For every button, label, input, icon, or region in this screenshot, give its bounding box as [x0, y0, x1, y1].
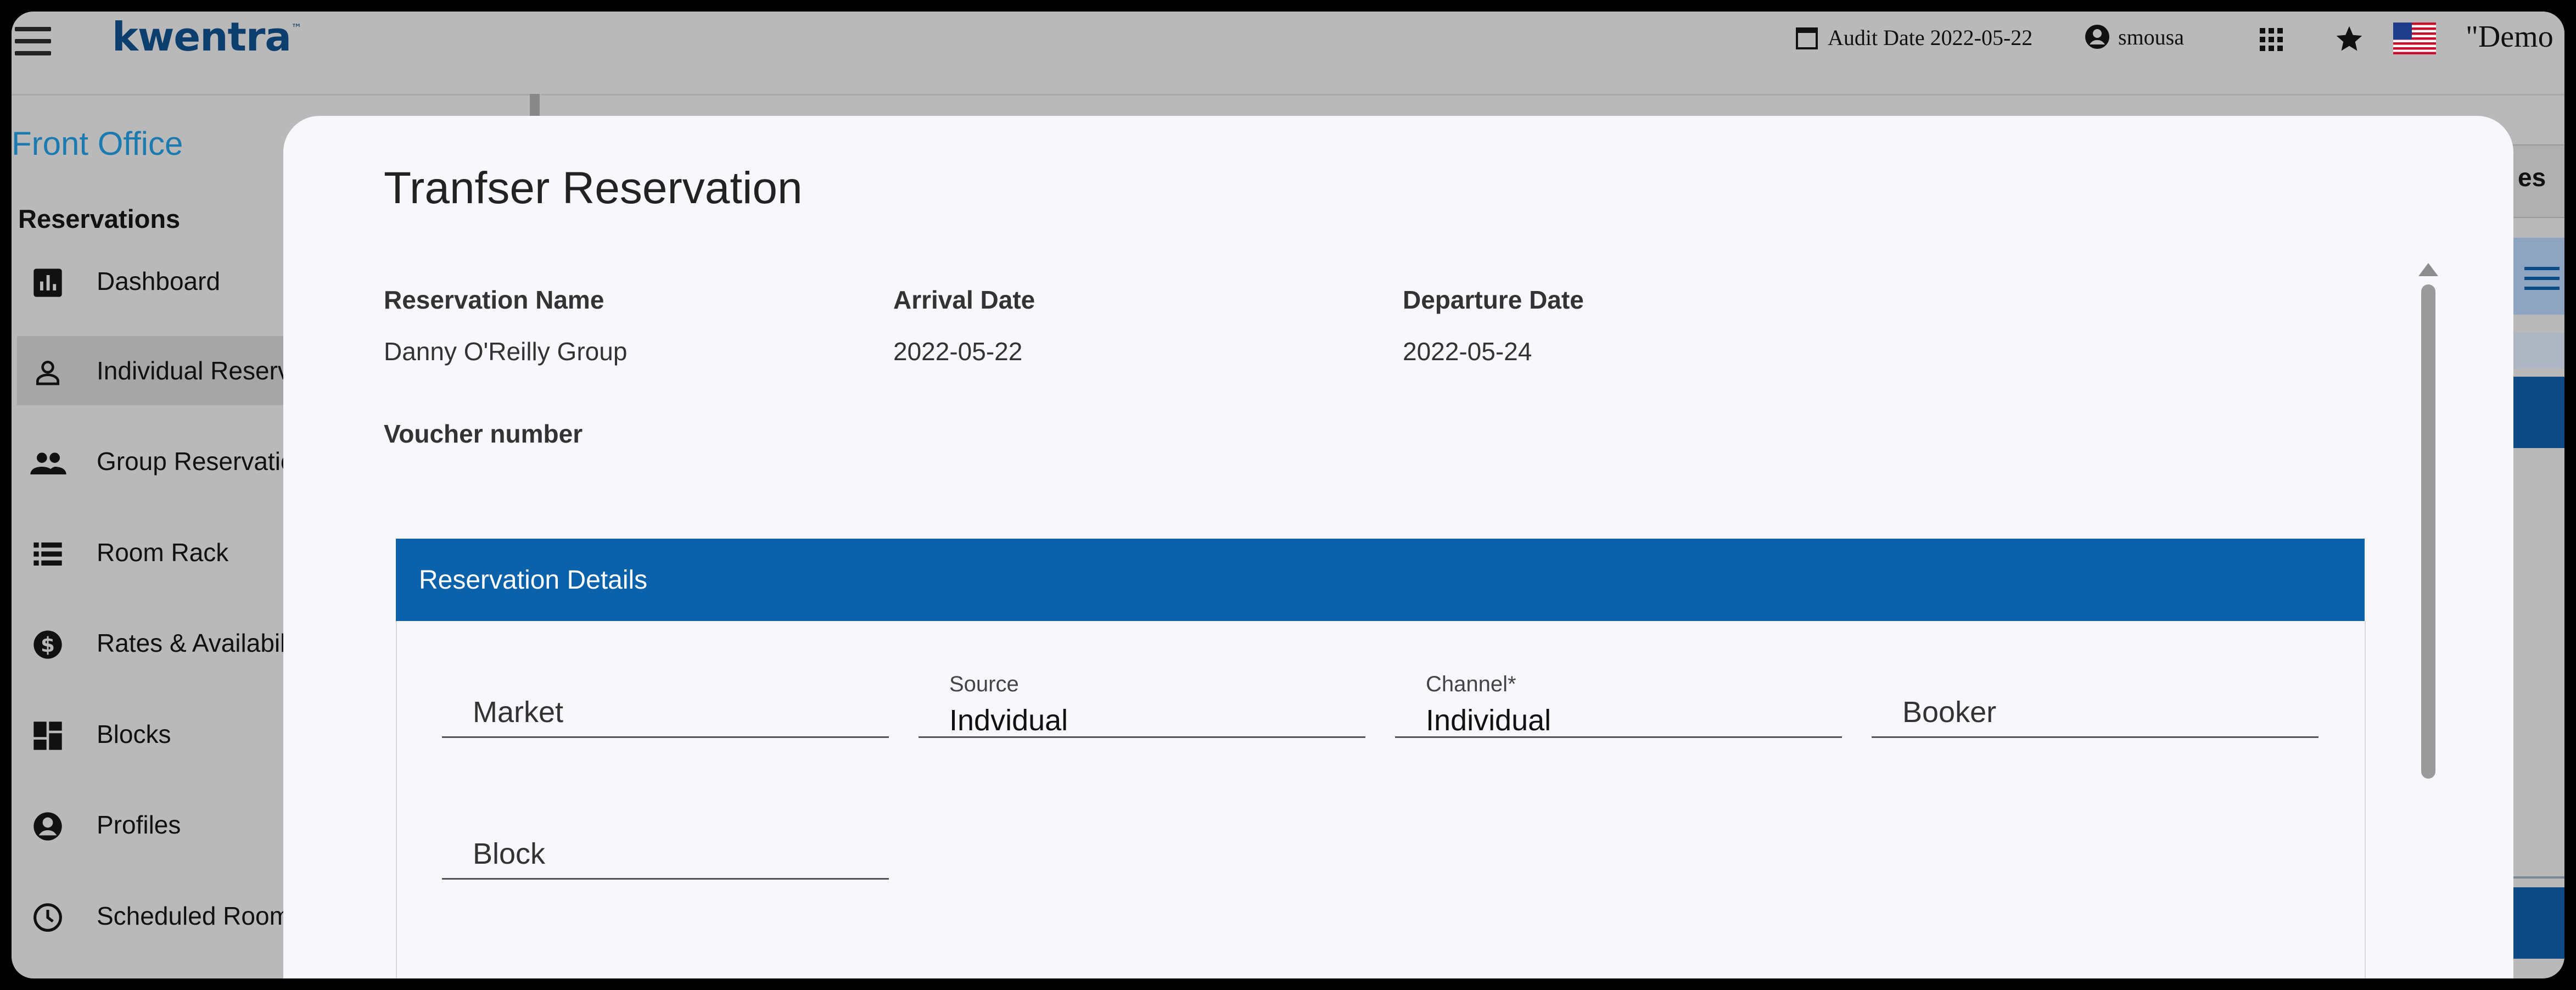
account-circle-icon — [2085, 25, 2109, 49]
bar-chart-icon — [33, 269, 62, 297]
apps-grid-icon[interactable] — [2260, 28, 2283, 51]
nav-title: Front Office — [12, 125, 183, 162]
calendar-icon — [1796, 27, 1818, 49]
background-tab-label: es — [2518, 163, 2546, 192]
transfer-reservation-dialog: Tranfser Reservation Reservation Name Da… — [283, 116, 2513, 978]
audit-date[interactable]: Audit Date 2022-05-22 — [1794, 24, 2032, 51]
block-field[interactable]: Block — [442, 763, 889, 880]
arrival-date-label: Arrival Date — [893, 286, 1035, 314]
dashboard-blocks-icon — [33, 721, 62, 750]
user-menu[interactable]: smousa — [2084, 24, 2184, 50]
group-icon — [30, 452, 66, 474]
scroll-up-arrow-icon[interactable] — [2418, 263, 2438, 276]
departure-date-value: 2022-05-24 — [1403, 337, 1532, 366]
reservation-name-label: Reservation Name — [384, 286, 604, 314]
account-circle-icon — [33, 812, 62, 841]
kwentra-logo: kwentra™ — [112, 14, 302, 60]
nav-section-reservations: Reservations — [18, 204, 181, 233]
source-field[interactable]: Source Indvidual — [919, 621, 1365, 738]
booker-field[interactable]: Booker — [1872, 621, 2319, 738]
clock-icon — [33, 903, 62, 932]
arrival-date-value: 2022-05-22 — [893, 337, 1023, 366]
list-menu-icon[interactable] — [2524, 267, 2560, 290]
reservation-details-panel: Market Source Indvidual Channel* Individ… — [396, 621, 2366, 978]
dollar-icon: $ — [33, 630, 62, 659]
channel-field[interactable]: Channel* Individual — [1395, 621, 1842, 738]
reservation-name-value: Danny O'Reilly Group — [384, 337, 628, 366]
app-window: kwentra™ Audit Date 2022-05-22 smousa "D… — [12, 12, 2564, 978]
star-icon[interactable] — [2334, 24, 2365, 54]
reservation-details-header: Reservation Details — [396, 539, 2365, 621]
background-content: es — [2512, 94, 2564, 978]
svg-text:$: $ — [41, 633, 55, 657]
list-icon — [33, 542, 62, 566]
dialog-title: Tranfser Reservation — [384, 163, 803, 213]
market-field[interactable]: Market — [442, 621, 889, 738]
menu-icon[interactable] — [15, 27, 51, 57]
departure-date-label: Departure Date — [1403, 286, 1584, 314]
person-icon — [36, 361, 59, 385]
voucher-number-label: Voucher number — [384, 420, 583, 448]
top-bar: kwentra™ Audit Date 2022-05-22 smousa "D… — [12, 12, 2564, 96]
us-flag-icon[interactable] — [2393, 23, 2436, 54]
dialog-scrollbar[interactable] — [2421, 284, 2435, 779]
property-name[interactable]: "Demo — [2466, 19, 2553, 54]
